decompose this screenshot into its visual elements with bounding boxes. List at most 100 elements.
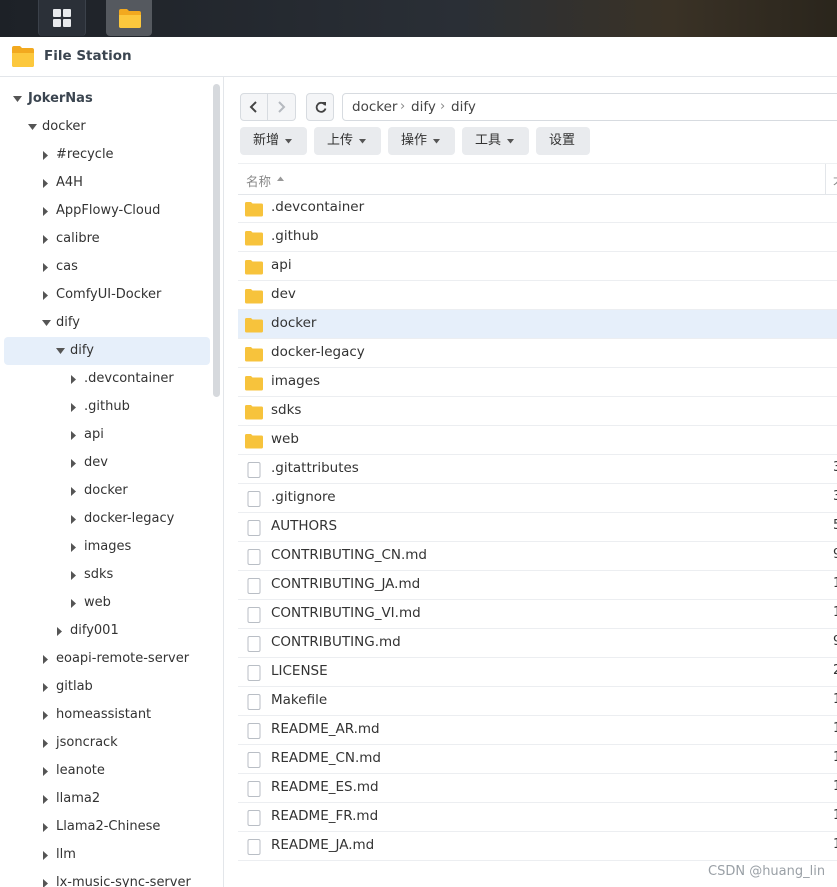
show-desktop-button[interactable] — [38, 0, 86, 36]
caret-right-icon[interactable] — [42, 729, 52, 757]
tools-menu-button[interactable]: 工具 — [462, 127, 529, 155]
caret-right-icon[interactable] — [70, 477, 80, 505]
file-name: Makefile — [271, 692, 328, 708]
breadcrumb-item[interactable]: docker — [352, 99, 397, 115]
column-header-name[interactable]: 名称 — [246, 171, 271, 190]
folder-row[interactable]: web — [238, 426, 837, 455]
taskbar — [0, 0, 837, 37]
folder-icon — [245, 405, 263, 420]
folder-row[interactable]: .github — [238, 223, 837, 252]
folder-row[interactable]: docker — [238, 310, 837, 339]
tree-node-label: .github — [84, 399, 130, 414]
file-name: CONTRIBUTING_VI.md — [271, 605, 421, 621]
caret-right-icon[interactable] — [70, 421, 80, 449]
file-icon — [247, 607, 261, 623]
tree-node-label: eoapi-remote-server — [56, 651, 190, 666]
file-name: .gitignore — [271, 489, 336, 505]
caret-right-icon[interactable] — [42, 673, 52, 701]
folder-row[interactable]: docker-legacy — [238, 339, 837, 368]
tree-node-label: leanote — [56, 763, 105, 778]
folder-row[interactable]: .devcontainer — [238, 194, 837, 223]
file-row[interactable]: LICENSE 2 — [238, 658, 837, 687]
file-icon — [247, 491, 261, 507]
create-menu-button[interactable]: 新增 — [240, 127, 307, 155]
caret-right-icon[interactable] — [42, 281, 52, 309]
tree-node-label: AppFlowy-Cloud — [56, 203, 161, 218]
file-row[interactable]: README_CN.md 1 — [238, 745, 837, 774]
back-button[interactable] — [240, 93, 268, 121]
file-row[interactable]: README_JA.md 1 — [238, 832, 837, 861]
upload-menu-button[interactable]: 上传 — [314, 127, 381, 155]
caret-right-icon[interactable] — [42, 813, 52, 841]
caret-right-icon[interactable] — [70, 505, 80, 533]
tree-node[interactable]: dify — [4, 337, 210, 365]
caret-right-icon[interactable] — [42, 645, 52, 673]
sidebar-scrollbar[interactable] — [213, 84, 220, 397]
caret-right-icon[interactable] — [42, 757, 52, 785]
caret-right-icon[interactable] — [42, 785, 52, 813]
caret-right-icon[interactable] — [70, 365, 80, 393]
tree-node-label: ComfyUI-Docker — [56, 287, 162, 302]
caret-right-icon[interactable] — [70, 589, 80, 617]
folder-icon — [119, 9, 141, 28]
file-row[interactable]: CONTRIBUTING_JA.md 1 — [238, 571, 837, 600]
file-name: CONTRIBUTING_JA.md — [271, 576, 421, 592]
breadcrumb-item[interactable]: dify — [411, 99, 436, 115]
file-row[interactable]: AUTHORS 5 — [238, 513, 837, 542]
file-row[interactable]: README_FR.md 1 — [238, 803, 837, 832]
caret-right-icon[interactable] — [42, 197, 52, 225]
caret-right-icon[interactable] — [42, 869, 52, 887]
file-station-taskbar-button[interactable] — [106, 0, 152, 36]
tree-node-label: docker-legacy — [84, 511, 175, 526]
file-name: dev — [271, 286, 296, 302]
caret-down-icon[interactable] — [13, 85, 23, 113]
caret-down-icon[interactable] — [28, 113, 38, 141]
file-row[interactable]: .gitattributes 3 — [238, 455, 837, 484]
settings-button[interactable]: 设置 — [536, 127, 590, 155]
file-row[interactable]: CONTRIBUTING.md 9 — [238, 629, 837, 658]
caret-right-icon[interactable] — [42, 169, 52, 197]
file-name: .github — [271, 228, 319, 244]
file-name: README_AR.md — [271, 721, 380, 737]
caret-down-icon[interactable] — [42, 309, 52, 337]
caret-down-icon[interactable] — [56, 337, 66, 365]
file-name: images — [271, 373, 321, 389]
caret-right-icon[interactable] — [42, 253, 52, 281]
caret-down-icon — [359, 139, 366, 144]
caret-right-icon[interactable] — [56, 617, 66, 645]
caret-right-icon[interactable] — [70, 533, 80, 561]
file-size: 1 — [833, 837, 837, 852]
tree-node-label: #recycle — [56, 147, 114, 162]
caret-right-icon[interactable] — [70, 561, 80, 589]
folder-row[interactable]: images — [238, 368, 837, 397]
file-name: CONTRIBUTING.md — [271, 634, 401, 650]
file-row[interactable]: README_AR.md 1 — [238, 716, 837, 745]
refresh-button[interactable] — [306, 93, 334, 121]
path-bar[interactable]: docker › dify › dify — [342, 93, 837, 121]
file-row[interactable]: CONTRIBUTING_CN.md 9 — [238, 542, 837, 571]
folder-row[interactable]: dev — [238, 281, 837, 310]
file-name: .gitattributes — [271, 460, 359, 476]
file-row[interactable]: .gitignore 3 — [238, 484, 837, 513]
create-label: 新增 — [253, 133, 280, 148]
caret-right-icon[interactable] — [42, 141, 52, 169]
folder-row[interactable]: api — [238, 252, 837, 281]
file-row[interactable]: CONTRIBUTING_VI.md 1 — [238, 600, 837, 629]
sort-ascending-icon[interactable] — [277, 176, 284, 181]
file-row[interactable]: README_ES.md 1 — [238, 774, 837, 803]
column-header-size[interactable]: 大 — [833, 171, 837, 188]
forward-button[interactable] — [268, 93, 296, 121]
caret-right-icon[interactable] — [42, 841, 52, 869]
file-size: 1 — [833, 750, 837, 765]
caret-right-icon[interactable] — [70, 393, 80, 421]
tree-node-label: images — [84, 539, 132, 554]
file-row[interactable]: Makefile 1 — [238, 687, 837, 716]
action-menu-button[interactable]: 操作 — [388, 127, 455, 155]
caret-right-icon[interactable] — [42, 225, 52, 253]
folder-tree[interactable]: JokerNas docker #recycle A4H AppFlowy-Cloud… — [0, 77, 224, 887]
column-divider[interactable] — [825, 164, 826, 194]
caret-right-icon[interactable] — [70, 449, 80, 477]
folder-row[interactable]: sdks — [238, 397, 837, 426]
breadcrumb-item[interactable]: dify — [451, 99, 476, 115]
caret-right-icon[interactable] — [42, 701, 52, 729]
